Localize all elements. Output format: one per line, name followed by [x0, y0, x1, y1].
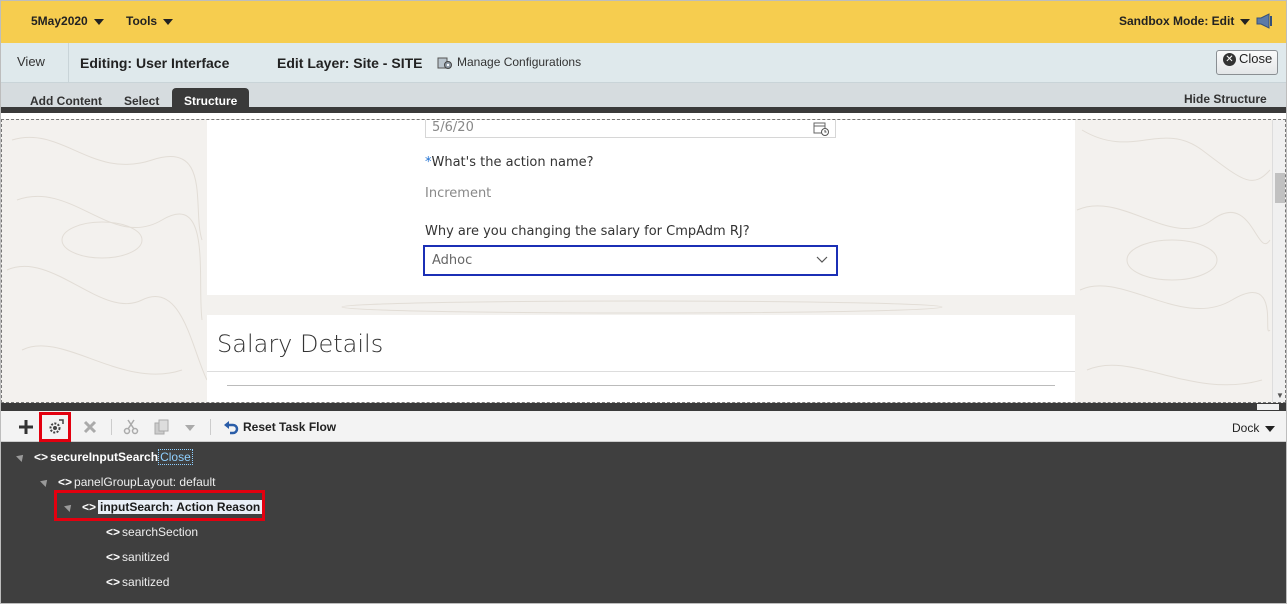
component-tag-icon: <> — [106, 575, 121, 589]
dock-label: Dock — [1232, 421, 1260, 435]
salary-card — [207, 315, 1075, 402]
chevron-down-icon — [816, 256, 828, 263]
structure-tree: <> secureInputSearch Close <> panelGroupLay… — [1, 442, 1286, 603]
reset-arrow-icon — [224, 420, 239, 435]
close-link[interactable]: Close — [158, 449, 193, 465]
editing-bar: View Editing: User Interface Edit Layer:… — [1, 43, 1286, 83]
tab-structure[interactable]: Structure — [172, 88, 250, 113]
chevron-down-icon — [163, 18, 174, 25]
calendar-icon[interactable] — [813, 121, 829, 136]
action-name-label-text: What's the action name? — [431, 155, 594, 170]
manage-configurations-link[interactable]: Manage Configurations — [437, 55, 581, 70]
tree-node-secure-input-search[interactable]: <> secureInputSearch Close — [34, 449, 193, 465]
add-icon[interactable] — [18, 419, 34, 435]
expand-triangle-icon[interactable] — [40, 477, 50, 487]
scrollbar-thumb[interactable] — [1275, 173, 1285, 203]
close-icon: ✕ — [1223, 53, 1236, 67]
editing-title: Editing: User Interface — [80, 55, 230, 71]
splitter-handle[interactable] — [1257, 404, 1279, 410]
date-menu-label: 5May2020 — [31, 14, 88, 28]
edit-layer-title: Edit Layer: Site - SITE — [277, 55, 423, 71]
tree-node-sanitized[interactable]: <> sanitized — [106, 550, 169, 564]
tools-menu[interactable]: Tools — [126, 14, 174, 28]
divider — [207, 371, 1075, 372]
sandbox-mode-menu[interactable]: Sandbox Mode: Edit — [1119, 14, 1251, 28]
expand-triangle-icon[interactable] — [16, 452, 26, 462]
tree-node-label: secureInputSearch — [50, 450, 159, 464]
date-menu[interactable]: 5May2020 — [31, 14, 104, 28]
composer-tab-bar: Add Content Select Structure Hide Struct… — [1, 83, 1286, 113]
scroll-down-icon[interactable]: ▼ — [1276, 391, 1284, 400]
tree-node-label: searchSection — [122, 525, 199, 539]
salary-details-title: Salary Details — [217, 330, 384, 358]
tab-add-content[interactable]: Add Content — [30, 88, 102, 113]
chevron-down-icon — [93, 18, 104, 25]
hide-structure-link[interactable]: Hide Structure — [1184, 92, 1267, 106]
view-tab-label: View — [17, 54, 45, 69]
canvas-scrollbar[interactable]: ▼ — [1272, 120, 1285, 402]
dropdown-icon[interactable] — [182, 419, 198, 435]
component-tag-icon: <> — [106, 525, 121, 539]
chevron-down-icon — [1240, 18, 1251, 25]
tree-node-search-section[interactable]: <> searchSection — [106, 525, 198, 539]
tree-node-label: sanitized — [122, 575, 170, 589]
view-tab[interactable]: View — [5, 43, 69, 83]
tree-node-sanitized[interactable]: <> sanitized — [106, 575, 169, 589]
tree-node-panel-group-layout[interactable]: <> panelGroupLayout: default — [58, 475, 215, 489]
cut-icon[interactable] — [123, 419, 139, 435]
tab-select[interactable]: Select — [124, 88, 159, 113]
component-tag-icon: <> — [58, 475, 73, 489]
action-name-value: Increment — [425, 186, 492, 201]
structure-toolbar: Reset Task Flow Dock — [1, 411, 1286, 442]
effective-date-value: 5/6/20 — [432, 120, 474, 135]
delete-icon[interactable] — [82, 419, 98, 435]
effective-date-field[interactable]: 5/6/20 — [425, 120, 836, 138]
divider — [227, 385, 1055, 386]
megaphone-icon[interactable] — [1255, 13, 1273, 29]
action-reason-select[interactable]: Adhoc — [423, 245, 838, 276]
action-name-label: *What's the action name? — [425, 155, 594, 170]
highlight-box — [54, 490, 265, 521]
reset-task-flow-label: Reset Task Flow — [243, 420, 337, 434]
tree-node-label: panelGroupLayout: default — [74, 475, 216, 489]
dock-menu[interactable]: Dock — [1232, 421, 1276, 435]
tools-menu-label: Tools — [126, 14, 158, 28]
component-tag-icon: <> — [106, 550, 121, 564]
page-canvas: 5/6/20 *What's the action name? Incremen… — [1, 119, 1286, 403]
component-tag-icon: <> — [34, 450, 49, 464]
highlight-box — [39, 412, 71, 442]
action-reason-label: Why are you changing the salary for CmpA… — [425, 224, 750, 239]
tree-node-label: sanitized — [122, 550, 170, 564]
toolbar-separator — [210, 419, 211, 435]
manage-configurations-label: Manage Configurations — [457, 55, 582, 69]
configuration-gears-icon — [437, 57, 452, 69]
reset-task-flow-button[interactable]: Reset Task Flow — [223, 420, 336, 435]
top-bar: 5May2020 Tools Sandbox Mode: Edit — [1, 1, 1286, 43]
toolbar-separator — [111, 419, 112, 435]
sandbox-mode-label: Sandbox Mode: Edit — [1119, 14, 1235, 28]
close-button-label: Close — [1239, 51, 1273, 66]
app-window: 5May2020 Tools Sandbox Mode: Edit View E… — [0, 0, 1287, 604]
close-button[interactable]: ✕ Close — [1216, 50, 1278, 75]
chevron-down-icon — [1265, 425, 1276, 432]
copy-icon[interactable] — [154, 419, 170, 435]
action-reason-value: Adhoc — [432, 253, 473, 268]
panel-splitter[interactable] — [1, 403, 1286, 411]
